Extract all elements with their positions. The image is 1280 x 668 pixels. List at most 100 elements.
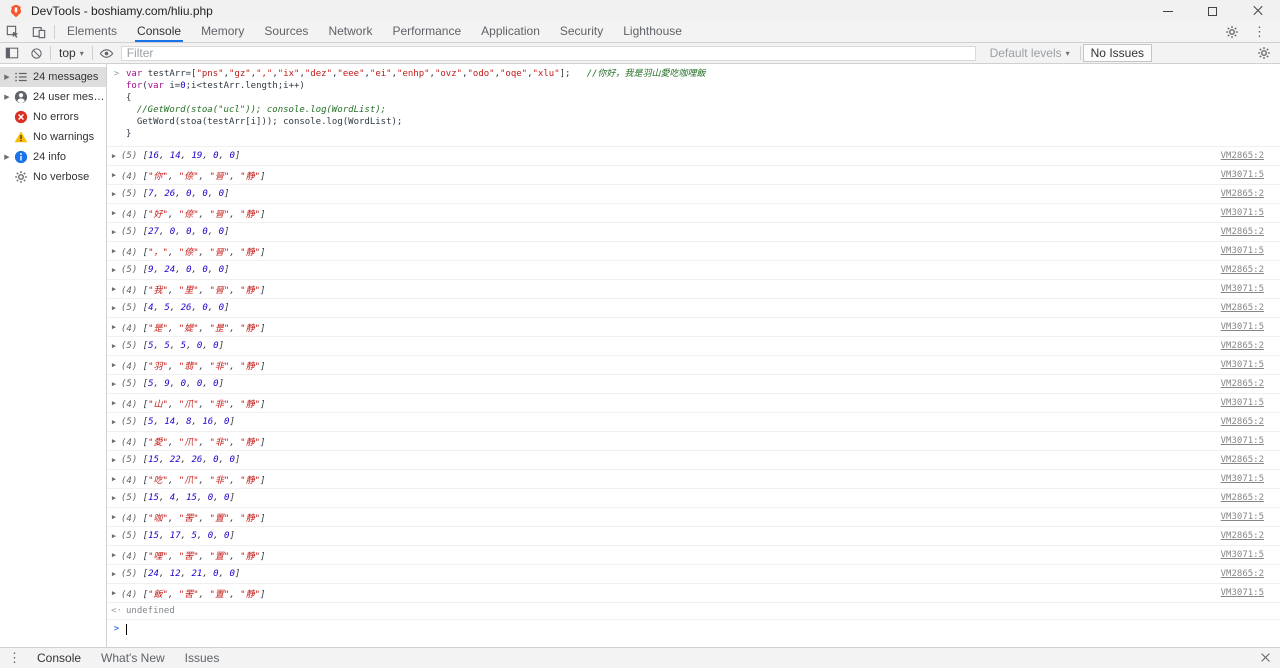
source-location-link[interactable]: VM2865:2 (1221, 227, 1264, 237)
source-location-link[interactable]: VM2865:2 (1221, 531, 1264, 541)
close-button[interactable] (1235, 0, 1280, 22)
live-expression-button[interactable] (95, 43, 119, 63)
comma: , (199, 438, 210, 448)
source-location-link[interactable]: VM3071:5 (1221, 474, 1264, 484)
source-location-link[interactable]: VM3071:5 (1221, 436, 1264, 446)
expand-arrow-icon[interactable]: ▶ (107, 304, 121, 312)
tab-network[interactable]: Network (318, 22, 382, 42)
sidebar-item-no-verbose[interactable]: No verbose (0, 167, 106, 187)
comma: , (154, 265, 165, 275)
sidebar-item-24-info[interactable]: ▶24 info (0, 147, 106, 167)
expand-arrow-icon[interactable]: ▶ (107, 171, 121, 179)
source-location-link[interactable]: VM3071:5 (1221, 170, 1264, 180)
comma: , (175, 227, 186, 237)
expand-arrow-icon[interactable]: ▶ (0, 93, 14, 101)
tab-performance[interactable]: Performance (382, 22, 471, 42)
source-location-link[interactable]: VM2865:2 (1221, 417, 1264, 427)
source-location-link[interactable]: VM3071:5 (1221, 512, 1264, 522)
drawer-tab-issues[interactable]: Issues (175, 651, 230, 665)
expand-arrow-icon[interactable]: ▶ (107, 323, 121, 331)
console-log-row: ▶(4) ["，", "倷", "晉", "静"]VM3071:5 (107, 242, 1280, 261)
source-location-link[interactable]: VM2865:2 (1221, 569, 1264, 579)
tab-elements[interactable]: Elements (57, 22, 127, 42)
close-icon (1261, 653, 1270, 662)
expand-arrow-icon[interactable]: ▶ (107, 285, 121, 293)
expand-arrow-icon[interactable]: ▶ (107, 418, 121, 426)
source-location-link[interactable]: VM3071:5 (1221, 550, 1264, 560)
source-location-link[interactable]: VM2865:2 (1221, 455, 1264, 465)
expand-arrow-icon[interactable]: ▶ (107, 342, 121, 350)
tab-sources[interactable]: Sources (254, 22, 318, 42)
source-location-link[interactable]: VM2865:2 (1221, 379, 1264, 389)
expand-arrow-icon[interactable]: ▶ (107, 475, 121, 483)
sidebar-item-24-messages[interactable]: ▶24 messages (0, 67, 106, 87)
comma: , (181, 531, 192, 541)
inspect-element-button[interactable] (0, 22, 26, 42)
expand-arrow-icon[interactable]: ▶ (107, 247, 121, 255)
bracket: ] (260, 210, 265, 220)
maximize-button[interactable] (1190, 0, 1235, 22)
devtools-settings-button[interactable] (1219, 22, 1245, 42)
issues-counter[interactable]: No Issues (1083, 44, 1152, 62)
sidebar-item-24-user-mes-[interactable]: ▶24 user mes… (0, 87, 106, 107)
source-location-link[interactable]: VM2865:2 (1221, 341, 1264, 351)
expand-arrow-icon[interactable]: ▶ (107, 266, 121, 274)
expand-arrow-icon[interactable]: ▶ (107, 589, 121, 597)
expand-arrow-icon[interactable]: ▶ (107, 437, 121, 445)
console-settings-button[interactable] (1252, 43, 1276, 63)
filter-input[interactable] (121, 46, 976, 61)
sidebar-item-no-warnings[interactable]: No warnings (0, 127, 106, 147)
expand-arrow-icon[interactable]: ▶ (107, 152, 121, 160)
array-string-value: "晉" (209, 172, 229, 182)
log-levels-dropdown[interactable]: Default levels ▾ (982, 46, 1078, 60)
expand-arrow-icon[interactable]: ▶ (107, 361, 121, 369)
close-drawer-button[interactable] (1261, 649, 1280, 667)
drawer-tab-console[interactable]: Console (27, 651, 91, 665)
tab-memory[interactable]: Memory (191, 22, 254, 42)
tab-application[interactable]: Application (471, 22, 550, 42)
source-location-link[interactable]: VM2865:2 (1221, 493, 1264, 503)
expand-arrow-icon[interactable]: ▶ (107, 399, 121, 407)
console-sidebar-toggle-button[interactable] (0, 43, 24, 63)
source-location-link[interactable]: VM2865:2 (1221, 189, 1264, 199)
expand-arrow-icon[interactable]: ▶ (107, 209, 121, 217)
source-location-link[interactable]: VM3071:5 (1221, 284, 1264, 294)
tab-security[interactable]: Security (550, 22, 613, 42)
source-location-link[interactable]: VM3071:5 (1221, 208, 1264, 218)
array-string-value: "静" (240, 438, 260, 448)
expand-arrow-icon[interactable]: ▶ (107, 228, 121, 236)
source-location-link[interactable]: VM2865:2 (1221, 303, 1264, 313)
drawer-tab-what-s-new[interactable]: What's New (91, 651, 175, 665)
expand-arrow-icon[interactable]: ▶ (107, 551, 121, 559)
tab-lighthouse[interactable]: Lighthouse (613, 22, 692, 42)
execution-context-selector[interactable]: top ▾ (53, 46, 90, 60)
device-toolbar-button[interactable] (26, 22, 52, 42)
expand-arrow-icon[interactable]: ▶ (107, 513, 121, 521)
expand-arrow-icon[interactable]: ▶ (0, 73, 14, 81)
source-location-link[interactable]: VM3071:5 (1221, 246, 1264, 256)
source-location-link[interactable]: VM2865:2 (1221, 265, 1264, 275)
expand-arrow-icon[interactable]: ▶ (107, 190, 121, 198)
expand-arrow-icon[interactable]: ▶ (107, 570, 121, 578)
source-location-link[interactable]: VM3071:5 (1221, 588, 1264, 598)
source-location-link[interactable]: VM3071:5 (1221, 322, 1264, 332)
expand-arrow-icon[interactable]: ▶ (107, 532, 121, 540)
source-location-link[interactable]: VM2865:2 (1221, 151, 1264, 161)
expand-arrow-icon[interactable]: ▶ (107, 494, 121, 502)
sidebar-item-no-errors[interactable]: No errors (0, 107, 106, 127)
drawer-menu-icon[interactable]: ⋮ (0, 650, 27, 666)
more-menu-icon[interactable]: ⋮ (1245, 24, 1274, 40)
expand-arrow-icon[interactable]: ▶ (0, 153, 14, 161)
console-prompt[interactable]: > (107, 620, 1280, 638)
array-string-value: "，" (148, 248, 168, 258)
source-location-link[interactable]: VM3071:5 (1221, 360, 1264, 370)
chevron-down-icon: ▾ (80, 49, 84, 58)
source-location-link[interactable]: VM3071:5 (1221, 398, 1264, 408)
tab-console[interactable]: Console (127, 22, 191, 42)
expand-arrow-icon[interactable]: ▶ (107, 380, 121, 388)
comma: , (159, 531, 170, 541)
expand-arrow-icon[interactable]: ▶ (107, 456, 121, 464)
clear-console-button[interactable] (24, 43, 48, 63)
bracket: ] (235, 151, 240, 161)
minimize-button[interactable] (1145, 0, 1190, 22)
